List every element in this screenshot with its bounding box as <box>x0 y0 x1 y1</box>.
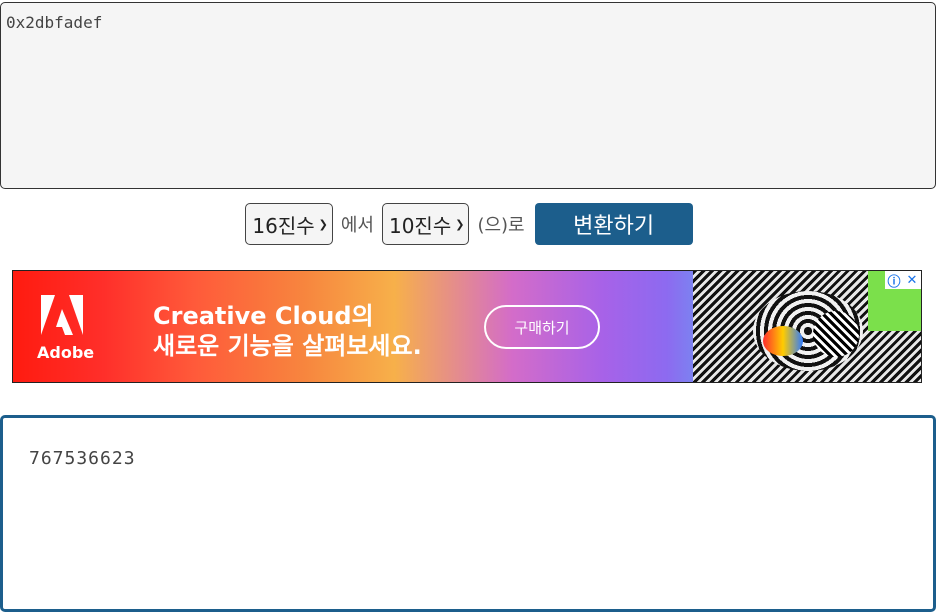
chevron-down-icon: ❯ <box>318 217 328 231</box>
from-base-select[interactable]: 16진수 ❯ <box>245 203 333 245</box>
ad-headline: Creative Cloud의 새로운 기능을 살펴보세요. <box>153 301 422 361</box>
adobe-logo: Adobe <box>37 295 95 365</box>
ad-headline-line1: Creative Cloud의 <box>153 302 374 330</box>
hex-input[interactable]: 0x2dbfadef <box>0 2 936 189</box>
convert-button[interactable]: 변환하기 <box>534 203 693 245</box>
close-icon[interactable]: ✕ <box>903 271 921 289</box>
conversion-controls: 16진수 ❯ 에서 10진수 ❯ (으)로 변환하기 <box>0 202 938 246</box>
to-base-value: 10진수 <box>388 213 452 238</box>
ad-badges: ⓘ ✕ <box>885 271 921 290</box>
adobe-ad-banner[interactable]: Adobe Creative Cloud의 새로운 기능을 살펴보세요. 구매하… <box>12 270 922 383</box>
ad-headline-line2: 새로운 기능을 살펴보세요. <box>153 332 422 360</box>
chevron-down-icon: ❯ <box>455 217 465 231</box>
from-base-value: 16진수 <box>252 213 315 238</box>
decimal-output[interactable]: 767536623 <box>0 415 936 612</box>
info-icon[interactable]: ⓘ <box>885 271 903 290</box>
to-base-select[interactable]: 10진수 ❯ <box>381 203 470 245</box>
adobe-brand-text: Adobe <box>37 343 95 362</box>
to-connector-label: (으)로 <box>477 215 525 236</box>
ad-buy-button[interactable]: 구매하기 <box>484 305 600 349</box>
from-connector-label: 에서 <box>340 215 374 236</box>
